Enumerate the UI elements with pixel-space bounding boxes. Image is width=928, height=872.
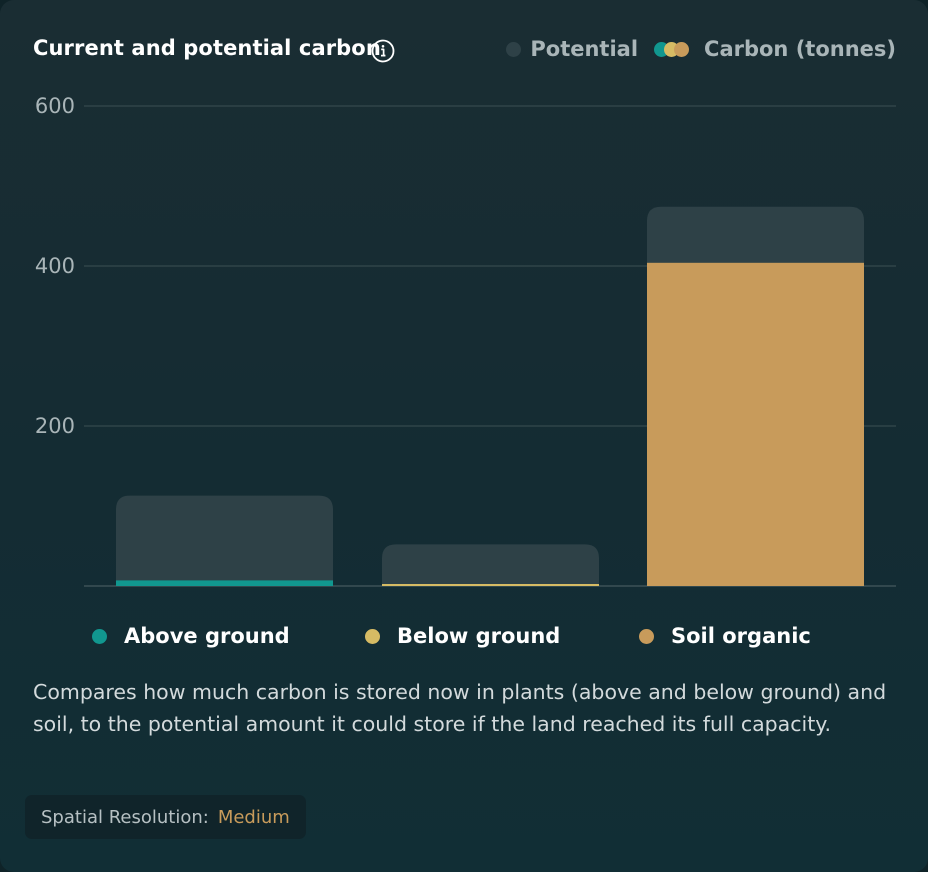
y-tick-label-400: 400 — [35, 254, 75, 278]
carbon-bar-soil-organic — [647, 262, 864, 586]
potential-bar-below-ground — [382, 544, 599, 586]
below-ground-dot — [365, 628, 380, 644]
carbon-bar-below-ground — [382, 584, 599, 586]
spatial-resolution-badge: Spatial Resolution: Medium — [25, 795, 306, 839]
category-legend: Above ground Below ground Soil organic — [0, 620, 928, 652]
potential-bar-above-ground — [116, 495, 333, 586]
soil-organic-dot — [639, 628, 654, 644]
legend-label-below-ground: Below ground — [397, 624, 561, 648]
chart-description: Compares how much carbon is stored now i… — [33, 680, 887, 736]
carbon-bar-above-ground — [116, 580, 333, 586]
legend-label-above-ground: Above ground — [124, 624, 290, 648]
badge-label: Spatial Resolution: — [41, 806, 209, 828]
badge-value: Medium — [217, 806, 290, 828]
legend-item-above-ground: Above ground — [92, 620, 290, 652]
legend-item-soil-organic: Soil organic — [639, 620, 811, 652]
legend-label-soil-organic: Soil organic — [671, 624, 811, 648]
y-tick-label-200: 200 — [35, 414, 75, 438]
y-tick-label-600: 600 — [35, 94, 75, 118]
legend-item-below-ground: Below ground — [365, 620, 560, 652]
bar-chart: 200 400 600 — [35, 94, 896, 587]
above-ground-dot — [92, 628, 107, 644]
carbon-card: Current and potential carbon Potential C… — [0, 0, 928, 872]
